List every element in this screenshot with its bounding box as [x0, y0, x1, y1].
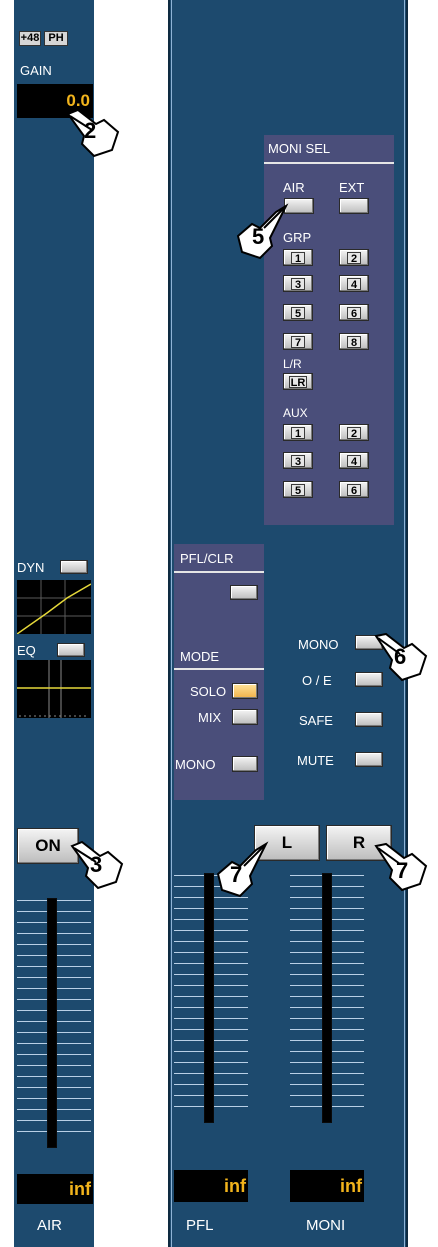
grp-button-6[interactable]: 6	[339, 304, 369, 321]
callout-7-left: 7	[230, 862, 243, 887]
moni-sel-title: MONI SEL	[268, 141, 331, 156]
aux-button-4[interactable]: 4	[339, 452, 369, 469]
pointing-hand-icon: 6	[374, 628, 434, 688]
grp-button-3[interactable]: 3	[283, 275, 313, 292]
pointing-hand-icon: 2	[62, 100, 122, 160]
aux-button-3[interactable]: 3	[283, 452, 313, 469]
moni-fader[interactable]	[322, 873, 332, 1123]
mode-divider	[174, 668, 264, 670]
eq-graph[interactable]	[17, 660, 91, 718]
pfl-level-display: inf	[174, 1170, 248, 1202]
moni-mono-label: MONO	[298, 637, 339, 652]
strip-edge	[171, 0, 172, 1247]
mix-label: MIX	[198, 710, 222, 725]
moni-name: MONI	[306, 1217, 346, 1234]
dynamics-curve	[16, 580, 92, 635]
safe-button[interactable]	[355, 712, 383, 727]
dynamics-graph[interactable]	[16, 580, 92, 635]
aux-button-6[interactable]: 6	[339, 481, 369, 498]
eq-label: EQ	[17, 643, 36, 658]
eq-curve	[17, 660, 91, 718]
grp-button-8[interactable]: 8	[339, 333, 369, 350]
strip-edge	[404, 0, 405, 1247]
pfl-name: PFL	[186, 1217, 214, 1234]
pointing-hand-icon: 3	[66, 832, 126, 892]
phantom-power-button[interactable]: +48	[19, 31, 41, 46]
pfl-mono-button[interactable]	[232, 756, 258, 772]
aux-button-1[interactable]: 1	[283, 424, 313, 441]
pfl-clr-label: PFL/CLR	[180, 551, 234, 566]
gain-label: GAIN	[20, 63, 52, 78]
aux-button-5[interactable]: 5	[283, 481, 313, 498]
dyn-label: DYN	[17, 560, 45, 575]
pfl-fader[interactable]	[204, 873, 214, 1123]
air-label: AIR	[283, 180, 305, 195]
grp-button-4[interactable]: 4	[339, 275, 369, 292]
channel-level-display: inf	[17, 1174, 93, 1204]
callout-3: 3	[90, 852, 103, 877]
phase-button[interactable]: PH	[44, 31, 68, 46]
callout-5: 5	[252, 224, 265, 249]
aux-label: AUX	[283, 406, 308, 420]
grp-button-7[interactable]: 7	[283, 333, 313, 350]
grp-button-5[interactable]: 5	[283, 304, 313, 321]
solo-button[interactable]	[232, 683, 258, 699]
moni-sel-ext-button[interactable]	[339, 198, 369, 214]
grp-button-2[interactable]: 2	[339, 249, 369, 266]
callout-2: 2	[84, 118, 97, 143]
mode-label: MODE	[180, 649, 219, 664]
safe-label: SAFE	[299, 713, 333, 728]
pointing-hand-icon: 7	[212, 838, 272, 898]
moni-sel-divider	[264, 162, 394, 164]
pfl-clr-button[interactable]	[230, 585, 258, 600]
moni-level-display: inf	[290, 1170, 364, 1202]
mute-label: MUTE	[297, 753, 334, 768]
pfl-mono-label: MONO	[175, 757, 216, 772]
callout-6: 6	[394, 644, 407, 669]
eq-on-button[interactable]	[57, 643, 85, 657]
lr-label: L/R	[283, 357, 302, 371]
pfl-divider	[174, 571, 264, 573]
pointing-hand-icon: 7	[374, 838, 434, 898]
ext-label: EXT	[339, 180, 365, 195]
callout-7-right: 7	[396, 858, 409, 883]
channel-fader[interactable]	[47, 898, 57, 1148]
oe-label: O / E	[302, 673, 332, 688]
mix-button[interactable]	[232, 709, 258, 725]
mute-button[interactable]	[355, 752, 383, 767]
solo-label: SOLO	[190, 684, 227, 699]
lr-button[interactable]: LR	[283, 373, 313, 390]
pointing-hand-icon: 5	[232, 200, 292, 260]
aux-button-2[interactable]: 2	[339, 424, 369, 441]
dyn-on-button[interactable]	[60, 560, 88, 574]
channel-name: AIR	[37, 1217, 63, 1234]
